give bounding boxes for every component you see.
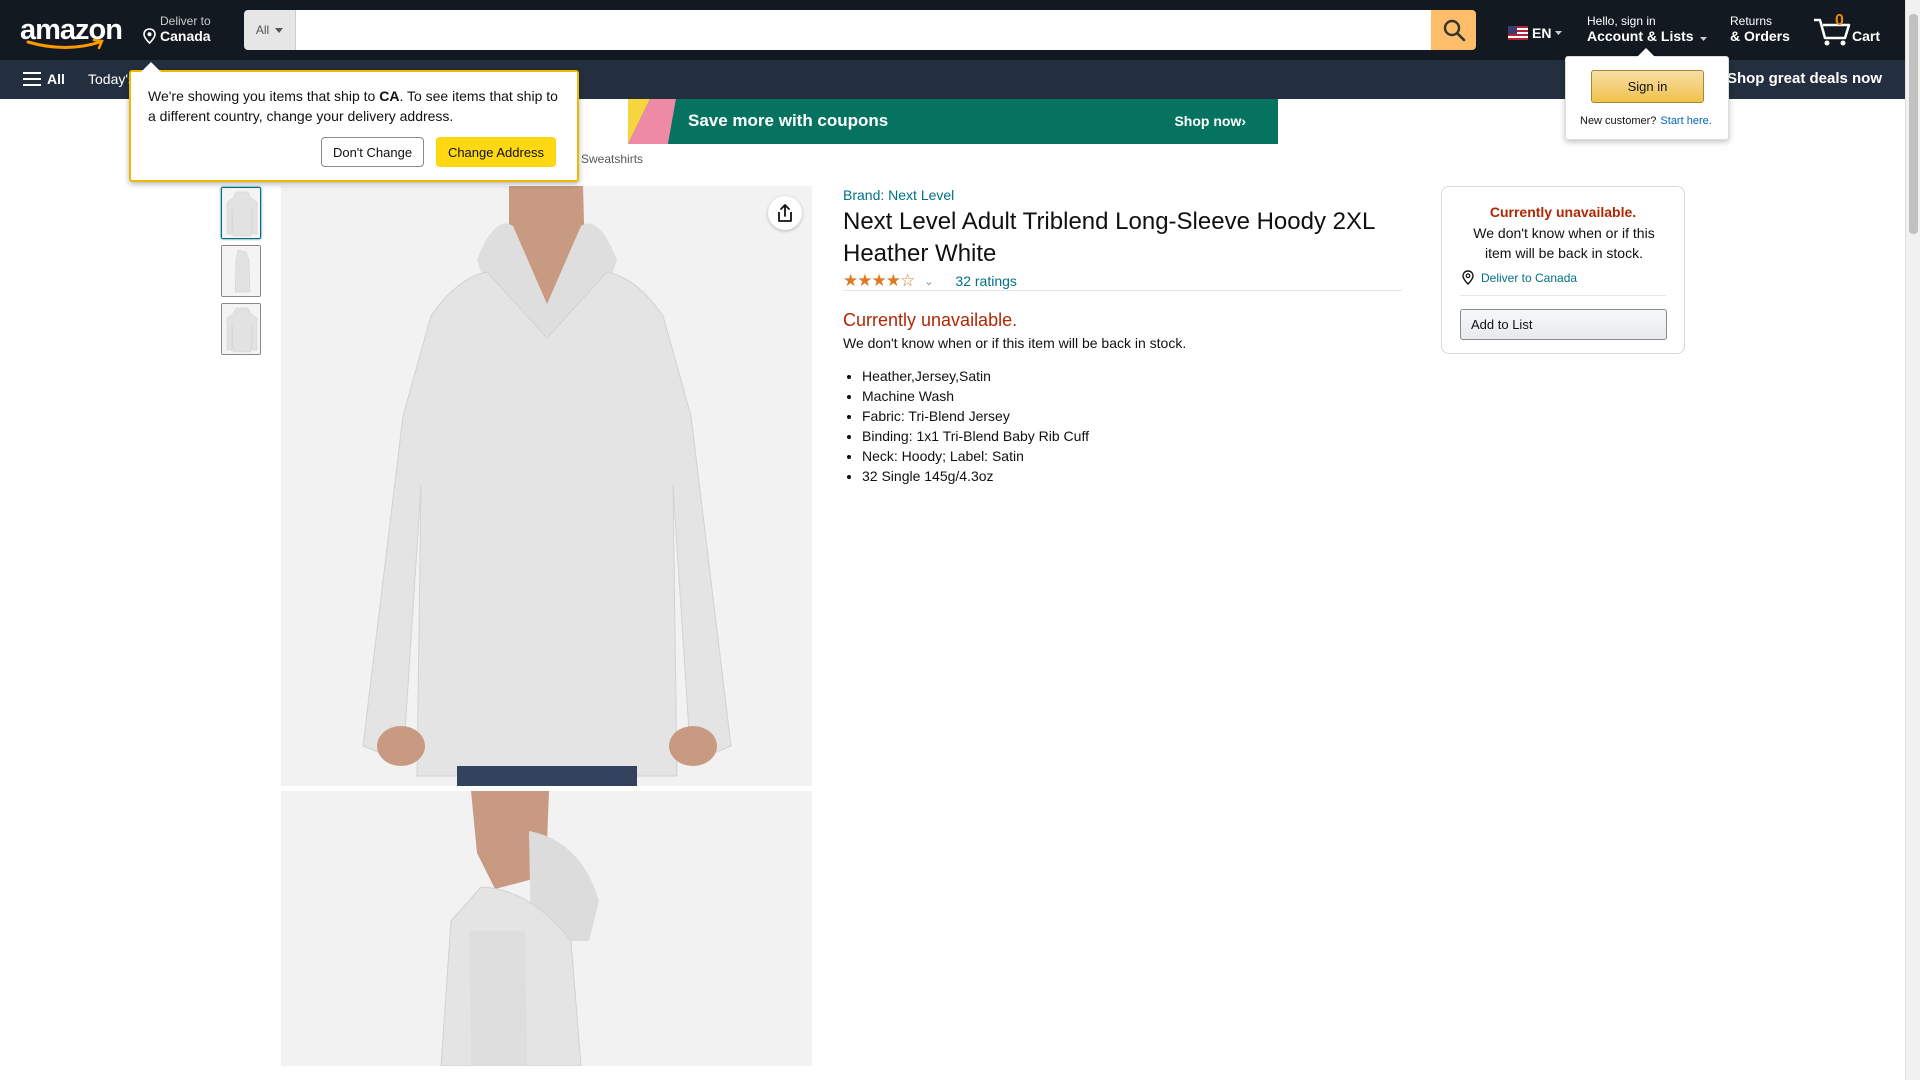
- location-pin-icon: [143, 28, 156, 44]
- account-lists[interactable]: Hello, sign in Account & Lists: [1587, 14, 1708, 44]
- brand-link[interactable]: Brand: Next Level: [843, 187, 954, 203]
- new-customer-text: New customer? Start here.: [1580, 115, 1712, 127]
- banner-graphic: [628, 99, 688, 144]
- smile-arrow-icon: [26, 39, 104, 50]
- feature-bullet: 32 Single 145g/4.3oz: [862, 466, 1089, 486]
- breadcrumb-sweatshirts[interactable]: Sweatshirts: [581, 152, 643, 166]
- all-menu-label: All: [47, 71, 65, 87]
- main-product-image[interactable]: [281, 186, 812, 786]
- thumbnail-back[interactable]: [221, 303, 261, 355]
- availability-note: We don't know when or if this item will …: [843, 335, 1187, 351]
- cart-count: 0: [1835, 12, 1844, 29]
- share-icon: [778, 204, 792, 222]
- feature-bullet: Binding: 1x1 Tri-Blend Baby Rib Cuff: [862, 426, 1089, 446]
- sign-in-button[interactable]: Sign in: [1591, 70, 1704, 103]
- feature-bullet: Heather,Jersey,Satin: [862, 366, 1089, 386]
- hoodie-thumbnail: [222, 188, 260, 238]
- share-button[interactable]: [768, 196, 802, 230]
- deliver-to[interactable]: Deliver to Canada: [142, 14, 211, 44]
- orders-label: & Orders: [1730, 28, 1790, 44]
- todays-deals-link[interactable]: Today's: [88, 71, 135, 87]
- availability-status: Currently unavailable.: [843, 310, 1018, 330]
- search-department-label: All: [255, 23, 270, 37]
- star-rating[interactable]: ★★★★☆: [843, 271, 915, 291]
- caret-down-icon: [275, 27, 284, 33]
- amazon-logo[interactable]: amazon: [20, 14, 123, 50]
- scrollbar-thumb[interactable]: [1909, 14, 1918, 234]
- buybox-deliver-link[interactable]: Deliver to Canada: [1461, 270, 1577, 285]
- search-department-select[interactable]: All: [244, 10, 296, 50]
- buy-box: Currently unavailable. We don't know whe…: [1441, 186, 1685, 354]
- search-input[interactable]: [296, 10, 1431, 50]
- cart-label: Cart: [1852, 28, 1881, 44]
- caret-down-icon: [1555, 31, 1563, 35]
- location-pin-icon: [1462, 270, 1474, 285]
- hamburger-icon: [23, 72, 41, 86]
- deliver-country: Canada: [160, 28, 211, 44]
- shop-deals-link[interactable]: Shop great deals now: [1727, 70, 1882, 87]
- popover-message: We're showing you items that ship to CA.…: [148, 86, 568, 126]
- add-to-list-button[interactable]: Add to List: [1460, 309, 1667, 340]
- popover-country: CA: [379, 88, 400, 104]
- feature-bullet: Fabric: Tri-Blend Jersey: [862, 406, 1089, 426]
- hoodie-front-image: [281, 186, 812, 786]
- delivery-country-popover: We're showing you items that ship to CA.…: [129, 62, 579, 182]
- chevron-down-icon[interactable]: ⌄: [924, 275, 933, 288]
- sign-in-flyout: Sign in New customer? Start here.: [1565, 48, 1729, 140]
- flyout-arrow: [1637, 48, 1655, 57]
- feature-bullet: Machine Wash: [862, 386, 1089, 406]
- start-here-link[interactable]: Start here.: [1660, 115, 1711, 127]
- buybox-note: We don't know when or if this item will …: [1473, 225, 1655, 261]
- thumbnail-front[interactable]: [221, 187, 261, 239]
- language-label: EN: [1532, 25, 1552, 41]
- divider: [843, 290, 1402, 291]
- page-scrollbar[interactable]: [1905, 0, 1920, 1080]
- cart[interactable]: 0 Cart: [1812, 10, 1882, 50]
- buybox-deliver-text: Deliver to Canada: [1481, 270, 1578, 285]
- deliver-label: Deliver to: [160, 14, 211, 28]
- banner-shop-now[interactable]: Shop now›: [1174, 113, 1246, 129]
- feature-bullets: Heather,Jersey,Satin Machine Wash Fabric…: [862, 366, 1089, 486]
- search-bar: All: [244, 10, 1476, 50]
- new-customer-label: New customer?: [1580, 115, 1657, 127]
- popover-text-part: We're showing you items that ship to: [148, 88, 380, 104]
- hoodie-side-image: [281, 791, 812, 1066]
- rating-row: ★★★★☆ ⌄ 32 ratings: [843, 271, 1017, 291]
- account-label: Account & Lists: [1587, 28, 1694, 44]
- us-flag-icon: [1508, 26, 1528, 40]
- hoodie-thumbnail: [222, 246, 260, 296]
- product-page: amazon Deliver to Canada All EN Hello, s…: [0, 0, 1920, 1080]
- top-navbar: amazon Deliver to Canada All EN Hello, s…: [0, 0, 1905, 60]
- returns-label: Returns: [1730, 14, 1773, 28]
- banner-text: Save more with coupons: [688, 111, 889, 130]
- coupons-banner[interactable]: Save more with coupons Shop now›: [628, 99, 1278, 144]
- buybox-availability: Currently unavailable.: [1489, 204, 1637, 220]
- hoodie-thumbnail: [222, 304, 260, 354]
- language-selector[interactable]: EN: [1508, 25, 1563, 41]
- product-title: Next Level Adult Triblend Long-Sleeve Ho…: [843, 208, 1375, 267]
- popover-arrow: [141, 62, 161, 72]
- dont-change-button[interactable]: Don't Change: [321, 137, 424, 167]
- feature-bullet: Neck: Hoody; Label: Satin: [862, 446, 1089, 466]
- all-menu-button[interactable]: All: [23, 71, 65, 87]
- ratings-count-link[interactable]: 32 ratings: [955, 273, 1016, 289]
- thumbnail-side[interactable]: [221, 245, 261, 297]
- returns-orders[interactable]: Returns & Orders: [1730, 14, 1790, 44]
- change-address-button[interactable]: Change Address: [436, 137, 556, 167]
- account-greeting: Hello, sign in: [1587, 14, 1656, 28]
- secondary-product-image[interactable]: [281, 791, 812, 1066]
- search-icon: [1443, 19, 1465, 42]
- caret-down-icon: [1700, 37, 1708, 41]
- search-button[interactable]: [1431, 10, 1476, 50]
- divider: [1460, 295, 1666, 296]
- cart-icon: [1814, 18, 1851, 46]
